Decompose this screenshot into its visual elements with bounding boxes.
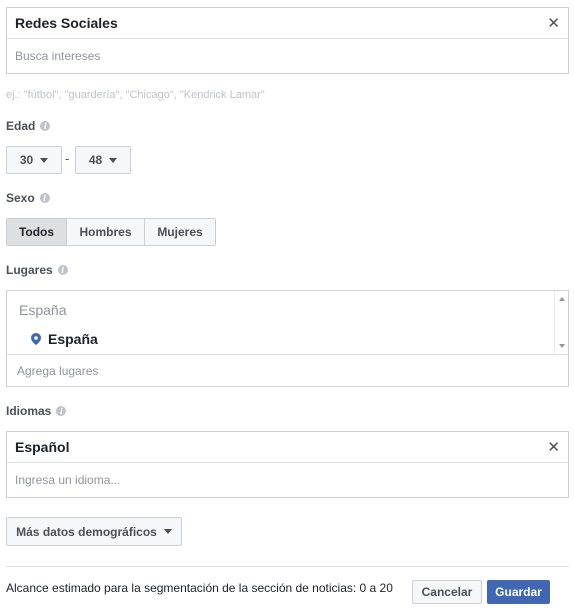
interests-box: Redes Sociales ✕	[6, 7, 569, 74]
gender-option-todos[interactable]: Todos	[7, 219, 67, 245]
estimated-reach-text: Alcance estimado para la segmentación de…	[6, 581, 393, 595]
languages-label-row: Idiomas i	[6, 404, 67, 418]
interest-token-label: Redes Sociales	[15, 15, 118, 31]
more-demographics-label: Más datos demográficos	[16, 524, 157, 539]
gender-label-row: Sexo i	[6, 191, 50, 205]
locations-search-input[interactable]	[7, 364, 568, 378]
language-token: Español ✕	[7, 432, 568, 463]
languages-box: Español ✕	[6, 431, 569, 498]
chevron-down-icon	[163, 529, 172, 534]
gender-label: Sexo	[6, 191, 35, 205]
scroll-down-icon[interactable]	[558, 344, 565, 348]
locations-group-header: España	[19, 302, 67, 318]
interest-token: Redes Sociales ✕	[7, 8, 568, 39]
info-icon[interactable]: i	[39, 193, 50, 203]
gender-option-mujeres[interactable]: Mujeres	[145, 219, 215, 245]
locations-label-row: Lugares i	[6, 263, 68, 277]
info-icon[interactable]: i	[40, 121, 51, 131]
languages-search-wrap	[7, 463, 568, 497]
info-icon[interactable]: i	[57, 265, 68, 275]
age-min-value: 30	[19, 153, 34, 167]
location-item-label: España	[48, 331, 98, 347]
cancel-button[interactable]: Cancelar	[412, 580, 482, 604]
age-label: Edad	[6, 119, 36, 133]
age-max-dropdown[interactable]: 48	[75, 146, 131, 174]
age-separator: -	[65, 151, 70, 166]
languages-search-input[interactable]	[7, 473, 568, 487]
close-icon[interactable]: ✕	[547, 440, 560, 455]
gender-option-hombres[interactable]: Hombres	[67, 219, 145, 245]
location-item[interactable]: España	[31, 331, 98, 347]
scroll-up-icon[interactable]	[558, 297, 565, 301]
language-token-label: Español	[15, 439, 70, 455]
age-min-dropdown[interactable]: 30	[6, 146, 62, 174]
interests-hint: ej.: "fútbol", "guardería", "Chicago", "…	[6, 89, 265, 101]
chevron-down-icon	[40, 157, 49, 163]
chevron-down-icon	[109, 157, 118, 163]
locations-list: España España	[7, 291, 568, 355]
locations-scrollbar[interactable]	[554, 291, 568, 354]
footer-divider	[6, 566, 569, 567]
locations-search-wrap	[7, 355, 568, 387]
interests-search-wrap	[7, 39, 568, 73]
age-label-row: Edad i	[6, 119, 51, 133]
info-icon[interactable]: i	[56, 406, 67, 416]
close-icon[interactable]: ✕	[547, 16, 560, 31]
gender-segmented-control: Todos Hombres Mujeres	[6, 218, 216, 246]
location-pin-icon	[31, 333, 41, 345]
locations-label: Lugares	[6, 263, 53, 277]
more-demographics-button[interactable]: Más datos demográficos	[6, 517, 182, 546]
save-button[interactable]: Guardar	[487, 580, 550, 604]
age-max-value: 48	[88, 153, 103, 167]
languages-label: Idiomas	[6, 404, 52, 418]
interests-search-input[interactable]	[7, 49, 568, 63]
locations-box: España España	[6, 290, 569, 387]
